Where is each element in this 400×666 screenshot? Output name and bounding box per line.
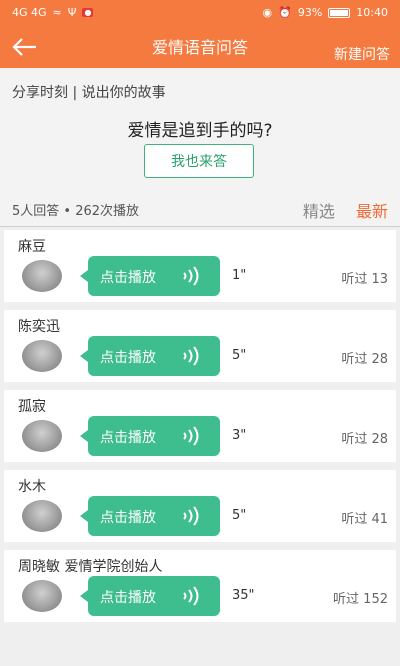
answer-name: 陈奕迅 <box>18 319 60 335</box>
notification-icon: ● <box>82 8 94 17</box>
avatar[interactable] <box>22 260 62 292</box>
play-label: 点击播放 <box>100 590 156 606</box>
sound-wave-icon <box>183 346 199 366</box>
answer-name: 周晓敏 爱情学院创始人 <box>18 559 163 575</box>
duration: 5" <box>232 348 247 363</box>
status-left: 4G 4G ≈ Ψ ● <box>12 6 94 19</box>
sound-wave-icon <box>183 266 199 286</box>
listen-count: 听过 28 <box>341 432 388 447</box>
listen-count: 听过 152 <box>333 592 388 607</box>
question-card: 分享时刻 | 说出你的故事 爱情是追到手的吗? 我也来答 5人回答 • 262次… <box>0 68 400 226</box>
answer-row: 周晓敏 爱情学院创始人 点击播放 35" 听过 152 <box>4 550 396 622</box>
answer-row: 麻豆 点击播放 1" 听过 13 <box>4 230 396 302</box>
play-label: 点击播放 <box>100 430 156 446</box>
play-button[interactable]: 点击播放 <box>80 416 220 456</box>
answer-name: 孤寂 <box>18 399 46 415</box>
answer-list: 麻豆 点击播放 1" 听过 13 陈奕迅 点击播放 5" 听过 28 孤寂 点击… <box>4 230 396 630</box>
sound-wave-icon <box>183 586 199 606</box>
play-label: 点击播放 <box>100 510 156 526</box>
usb-icon: Ψ <box>67 6 77 19</box>
answer-name: 水木 <box>18 479 46 495</box>
avatar[interactable] <box>22 580 62 612</box>
answer-stats: 5人回答 • 262次播放 <box>12 204 140 219</box>
duration: 3" <box>232 428 247 443</box>
status-bar: 4G 4G ≈ Ψ ● ◉ ⏰ 93% 10:40 <box>0 0 400 26</box>
answer-button[interactable]: 我也来答 <box>144 144 254 178</box>
listen-count: 听过 28 <box>341 352 388 367</box>
sound-wave-icon <box>183 506 199 526</box>
answer-name: 麻豆 <box>18 239 46 255</box>
listen-count: 听过 41 <box>341 512 388 527</box>
avatar[interactable] <box>22 340 62 372</box>
clock: 10:40 <box>356 6 388 19</box>
filter-featured[interactable]: 精选 <box>303 202 335 221</box>
play-label: 点击播放 <box>100 270 156 286</box>
wifi-icon: ≈ <box>52 6 62 19</box>
play-button[interactable]: 点击播放 <box>80 576 220 616</box>
battery-percent: 93% <box>297 6 323 19</box>
title-bar: 爱情语音问答 新建问答 <box>0 26 400 68</box>
filter-tabs: 精选 最新 <box>287 198 388 222</box>
play-button[interactable]: 点击播放 <box>80 336 220 376</box>
avatar[interactable] <box>22 420 62 452</box>
filter-latest[interactable]: 最新 <box>356 202 388 221</box>
status-right: ◉ ⏰ 93% 10:40 <box>263 6 388 19</box>
duration: 5" <box>232 508 247 523</box>
divider <box>0 226 400 227</box>
sound-wave-icon <box>183 426 199 446</box>
answer-row: 水木 点击播放 5" 听过 41 <box>4 470 396 542</box>
eye-icon: ◉ <box>262 6 273 19</box>
answer-row: 陈奕迅 点击播放 5" 听过 28 <box>4 310 396 382</box>
duration: 35" <box>232 588 255 603</box>
play-button[interactable]: 点击播放 <box>80 256 220 296</box>
question-text: 爱情是追到手的吗? <box>127 121 273 141</box>
new-question-button[interactable]: 新建问答 <box>334 44 390 64</box>
battery-icon <box>328 7 351 18</box>
duration: 1" <box>232 268 247 283</box>
alarm-icon: ⏰ <box>278 6 292 19</box>
play-button[interactable]: 点击播放 <box>80 496 220 536</box>
signal-icon: 4G 4G <box>12 6 47 19</box>
listen-count: 听过 13 <box>341 272 388 287</box>
answer-row: 孤寂 点击播放 3" 听过 28 <box>4 390 396 462</box>
share-text: 分享时刻 | 说出你的故事 <box>12 85 166 101</box>
play-label: 点击播放 <box>100 350 156 366</box>
avatar[interactable] <box>22 500 62 532</box>
